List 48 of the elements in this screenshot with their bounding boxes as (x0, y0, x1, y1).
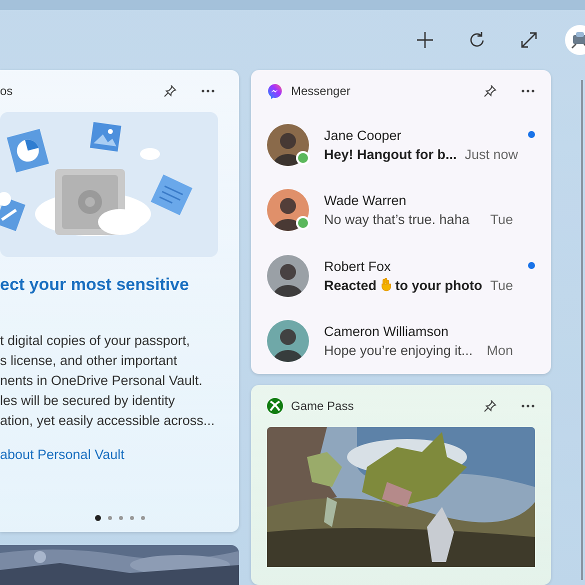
avatar (267, 189, 309, 232)
message-preview: to your photo (395, 278, 482, 293)
learn-more-link[interactable]: about Personal Vault (0, 447, 124, 462)
page-dot[interactable] (118, 516, 122, 520)
body-text: les will be secured by identity (0, 392, 176, 410)
more-icon (201, 89, 215, 93)
message-time: Tue (489, 278, 513, 293)
message-row[interactable]: Wade Warren No way that’s true. haha Tue (251, 177, 551, 243)
contact-name: Wade Warren (324, 193, 408, 208)
message-preview: No way that’s true. haha (324, 212, 470, 228)
contact-name: Jane Cooper (324, 128, 402, 142)
expand-icon (520, 31, 538, 49)
message-time: Tue (489, 212, 513, 228)
body-text: nents in OneDrive Personal Vault. (0, 372, 204, 390)
message-row[interactable]: Robert Fox Reacted to your photo Tue (251, 242, 551, 308)
contact-name: Robert Fox (324, 258, 392, 274)
xbox-icon (267, 398, 283, 414)
pin-icon (483, 84, 497, 98)
messenger-icon (267, 82, 283, 99)
card-title: Game Pass (291, 399, 355, 413)
body-text: s license, and other important (0, 352, 178, 370)
card-title: os (0, 84, 14, 98)
message-preview: Hey! Hangout for b... (324, 146, 457, 162)
hand-emoji-icon (380, 278, 392, 293)
more-icon (521, 88, 535, 93)
add-icon (416, 31, 434, 49)
body-text: t digital copies of your passport, (0, 332, 191, 350)
page-dot[interactable] (140, 516, 144, 520)
page-dot[interactable] (94, 515, 100, 521)
avatar (267, 320, 309, 362)
avatar (267, 254, 309, 297)
message-time: Just now (464, 146, 518, 162)
message-time: Mon (486, 343, 513, 358)
body-text: ation, yet easily accessible across... (0, 412, 216, 430)
message-preview: Reacted (324, 278, 377, 293)
headline: ect your most sensitive (0, 275, 190, 295)
contact-name: Cameron Williamson (324, 324, 450, 340)
card-title: Messenger (291, 84, 352, 98)
page-dot[interactable] (108, 516, 112, 520)
avatar (267, 124, 309, 166)
refresh-icon (468, 31, 486, 49)
more-icon (521, 404, 535, 408)
pin-icon (483, 399, 497, 413)
message-preview: Hope you’re enjoying it... (324, 343, 473, 358)
page-dot[interactable] (130, 516, 134, 520)
pin-icon (163, 84, 177, 98)
message-row[interactable]: Cameron Williamson Hope you’re enjoying it... Mon (251, 308, 551, 374)
message-row[interactable]: Jane Cooper Hey! Hangout for b... Just now (251, 112, 551, 178)
